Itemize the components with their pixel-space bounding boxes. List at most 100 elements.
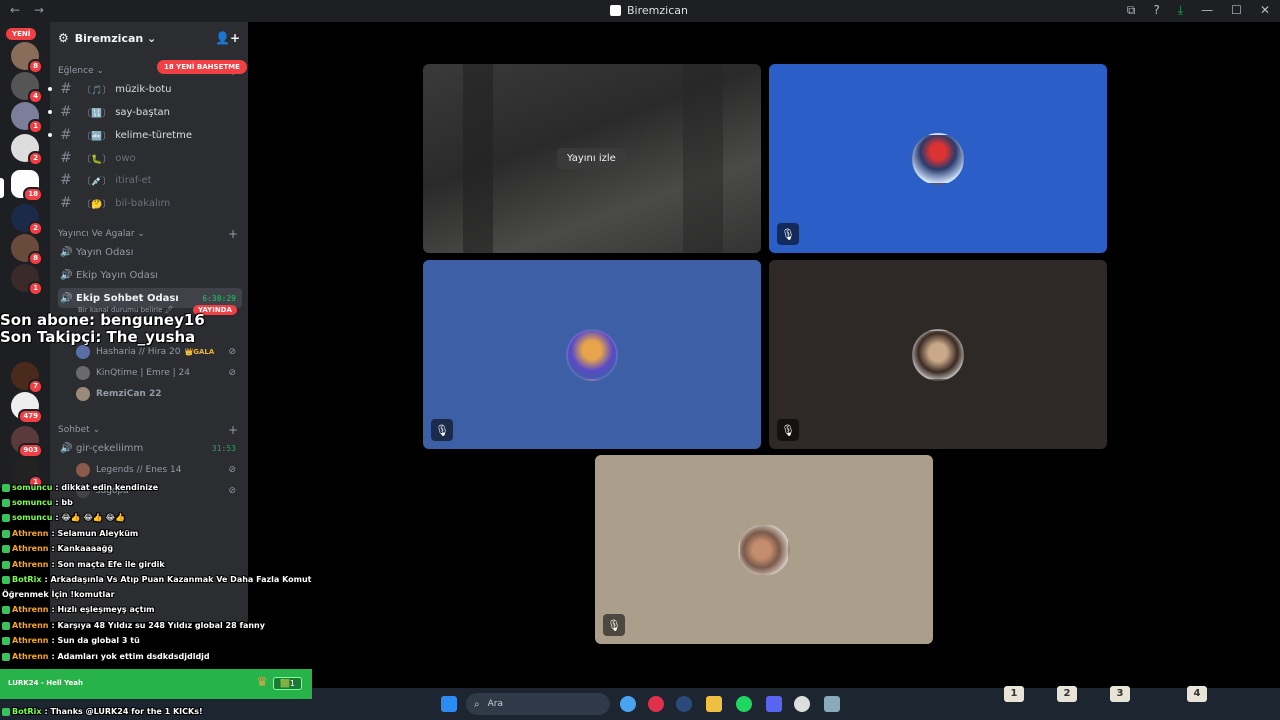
- participant-tile[interactable]: 🎙: [769, 260, 1107, 449]
- back-arrow-icon[interactable]: ←: [10, 3, 20, 17]
- help-icon[interactable]: ?: [1153, 3, 1159, 18]
- unread-badge: 8: [28, 59, 43, 74]
- server-header[interactable]: ⚙ Biremzican ⌄ 👤+: [58, 30, 240, 46]
- new-mentions-badge[interactable]: 18 YENİ BAHSETME: [157, 60, 247, 74]
- maximize-button[interactable]: ☐: [1231, 3, 1242, 18]
- channel-bil-bakalim[interactable]: # 〔🤔〕 bil-bakalım: [58, 193, 242, 213]
- chat-username: Athrenn: [12, 652, 49, 661]
- member-name: Legends // Enes 14: [96, 465, 182, 475]
- unread-badge: 7: [28, 379, 43, 394]
- badge-icon: [2, 575, 10, 584]
- channel-muzik-botu[interactable]: # 〔🎵〕 müzik-botu: [48, 79, 242, 99]
- channel-name: Yayın Odası: [76, 246, 134, 258]
- chat-text: Öğrenmek İçin !komutlar: [2, 590, 115, 599]
- chat-username: somuncu: [12, 483, 53, 492]
- unread-dot: [48, 87, 52, 91]
- voice-channel-ekip-yayin-odasi[interactable]: 🔊 Ekip Yayın Odası: [58, 265, 242, 285]
- chat-line: BotRix: Arkadaşınla Vs Atıp Puan Kazanma…: [2, 572, 311, 587]
- search-icon: ⌕: [474, 698, 480, 710]
- start-icon[interactable]: [441, 696, 457, 712]
- chat-text: : Hızlı eşleşmeyş açtım: [51, 605, 155, 614]
- selected-server-pill: [0, 178, 4, 198]
- avatar: [566, 328, 618, 381]
- keyboard-key: 2: [1057, 686, 1077, 702]
- opera-icon[interactable]: [648, 696, 664, 712]
- server-icon-7[interactable]: 8: [11, 234, 43, 266]
- voice-member[interactable]: KinQtime | Emre | 24 ⊘: [76, 363, 242, 383]
- minimize-button[interactable]: —: [1201, 3, 1213, 18]
- badge-icon: [2, 544, 10, 553]
- member-tag: 👑GALA: [184, 348, 215, 356]
- participant-tile[interactable]: 🎙: [423, 260, 761, 449]
- chat-username: Athrenn: [12, 621, 49, 630]
- server-icon-3[interactable]: 1: [11, 102, 43, 134]
- call-stage: Yayını izle 🎙 🎙 🎙 🎙: [248, 22, 1280, 688]
- server-icon-2[interactable]: 4: [11, 72, 43, 104]
- steam-icon[interactable]: [676, 696, 692, 712]
- invite-icon[interactable]: 👤+: [215, 31, 240, 45]
- title-bar: ← → Biremzican ⧉ ? ⤓ — ☐ ✕: [0, 0, 1280, 22]
- channel-name: Ekip Yayın Odası: [76, 269, 158, 281]
- chat-line: BotRix: Thanks @LURK24 for the 1 KICKs!: [2, 704, 203, 719]
- app-icon[interactable]: [824, 696, 840, 712]
- chat-line: Athrenn: Sun da global 3 tü: [2, 633, 140, 648]
- channel-name: gir-çekeliimm: [76, 442, 144, 454]
- category-sohbet[interactable]: Sohbet ⌄ +: [58, 423, 240, 437]
- server-name: Biremzican ⌄: [74, 31, 157, 45]
- server-icon-10[interactable]: 479: [11, 392, 43, 424]
- voice-member[interactable]: Legends // Enes 14 ⊘: [76, 460, 242, 480]
- add-channel-icon[interactable]: +: [228, 227, 238, 241]
- obs-icon[interactable]: [794, 696, 810, 712]
- channel-itiraf-et[interactable]: # 〔💉〕 itiraf-et: [58, 170, 242, 190]
- unread-badge: 2: [28, 221, 43, 236]
- screen-share-icon[interactable]: ⧉: [1127, 3, 1136, 18]
- server-icon-4[interactable]: 2: [11, 134, 43, 166]
- muted-mic-icon: ⊘: [228, 347, 236, 357]
- new-badge: YENİ: [6, 28, 37, 40]
- nav-buttons: ← →: [10, 3, 54, 17]
- taskbar-search[interactable]: ⌕ Ara: [466, 693, 610, 715]
- spotify-icon[interactable]: [736, 696, 752, 712]
- voice-member[interactable]: RemziCan 22: [76, 384, 242, 404]
- participant-tile[interactable]: 🎙: [595, 455, 933, 644]
- kick-alert-bar: LURK24 - Hell Yeah ♛ 🟩1: [0, 669, 312, 699]
- close-button[interactable]: ✕: [1260, 3, 1270, 18]
- chat-username: somuncu: [12, 498, 53, 507]
- badge-icon: [2, 636, 10, 645]
- forward-arrow-icon[interactable]: →: [34, 3, 44, 17]
- server-icon-6[interactable]: 2: [11, 204, 43, 236]
- participant-tile[interactable]: 🎙: [769, 64, 1107, 253]
- voice-channel-gir-cekeliimm[interactable]: 🔊 gir-çekeliimm 31:53: [58, 438, 242, 458]
- watch-stream-button[interactable]: Yayını izle: [557, 148, 626, 169]
- app-icon[interactable]: [620, 696, 636, 712]
- download-icon[interactable]: ⤓: [1178, 3, 1183, 18]
- chat-line: somuncu: bb: [2, 495, 73, 510]
- channel-kelime-turetme[interactable]: # 〔🔤〕 kelime-türetme: [48, 125, 242, 145]
- badge-icon: [2, 513, 10, 522]
- channel-owo[interactable]: # 〔🐛〕 owo: [58, 148, 242, 168]
- avatar: [76, 345, 90, 359]
- server-settings-icon: ⚙: [58, 31, 69, 45]
- server-icon-9[interactable]: 7: [11, 362, 43, 394]
- hash-icon: #: [60, 127, 72, 143]
- muted-mic-icon: 🎙: [777, 223, 799, 245]
- channel-name: owo: [115, 152, 136, 164]
- add-channel-icon[interactable]: +: [228, 423, 238, 437]
- stream-preview-tree: [683, 64, 723, 253]
- discord-icon[interactable]: [766, 696, 782, 712]
- server-icon-1[interactable]: 8: [11, 42, 43, 74]
- folder-icon[interactable]: [706, 696, 722, 712]
- server-icon-biremzican[interactable]: 18: [11, 170, 43, 202]
- server-icon-8[interactable]: 1: [11, 264, 43, 296]
- avatar: [76, 387, 90, 401]
- server-icon-11[interactable]: 903: [11, 426, 43, 458]
- channel-emoji: 〔💉〕: [82, 176, 112, 187]
- stream-tile[interactable]: Yayını izle: [423, 64, 761, 253]
- chat-text: : Karşıya 48 Yıldız su 248 Yıldız global…: [51, 621, 265, 630]
- badge-icon: [2, 707, 10, 716]
- category-yayinci[interactable]: Yayıncı Ve Agalar ⌄ +: [58, 227, 240, 241]
- channel-say-bastan[interactable]: # 〔🔢〕 say-baştan: [48, 102, 242, 122]
- voice-channel-yayin-odasi[interactable]: 🔊 Yayın Odası: [58, 242, 242, 262]
- keyboard-key: 1: [1004, 686, 1024, 702]
- chat-text: : Sun da global 3 tü: [51, 636, 140, 645]
